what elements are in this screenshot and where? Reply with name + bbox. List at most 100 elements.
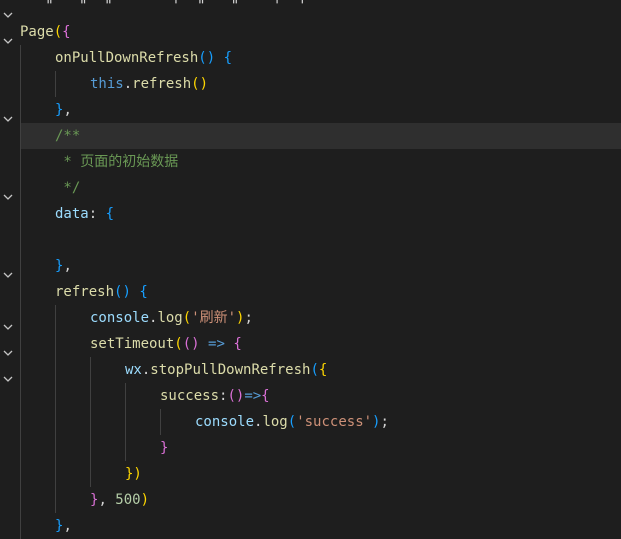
code-token: { [318, 362, 328, 378]
code-line[interactable]: } [20, 435, 621, 461]
code-token: { [261, 388, 270, 404]
code-token: success [160, 388, 220, 404]
indent-guide [55, 409, 56, 435]
indent-guide [55, 305, 56, 331]
fold-chevron-icon[interactable] [2, 9, 14, 21]
indent-guide [90, 357, 91, 383]
code-line[interactable]: */ [20, 175, 621, 201]
code-text: console.log('刷新'); [90, 305, 253, 331]
fold-chevron-icon[interactable] [2, 347, 14, 359]
code-token: { [105, 206, 115, 222]
code-token: /** [55, 128, 81, 144]
indent-guide [160, 409, 161, 435]
indent-guide [20, 331, 21, 357]
fold-gutter [0, 0, 18, 529]
code-token: . [123, 76, 133, 92]
indent-guide [20, 45, 21, 71]
code-editor[interactable]: " " " ' " " ' ' Page({onPullDownRefresh()… [20, 0, 621, 539]
code-line[interactable]: }, [20, 513, 621, 539]
indent-guide [20, 253, 21, 279]
code-token: ( [53, 24, 63, 40]
fold-chevron-icon[interactable] [2, 113, 14, 125]
code-token: wx [125, 362, 142, 378]
indent-guide [90, 461, 91, 487]
code-text: }, [55, 253, 72, 279]
code-line[interactable]: " " " ' " " ' ' [20, 0, 621, 19]
code-line[interactable]: console.log('success'); [20, 409, 621, 435]
code-line[interactable]: Page({ [20, 19, 621, 45]
code-token: , [63, 258, 72, 274]
code-token: " " " ' " " ' ' [20, 0, 307, 14]
code-text: }, [55, 513, 72, 539]
indent-guide [20, 227, 21, 253]
fold-chevron-icon[interactable] [2, 191, 14, 203]
code-text: setTimeout(() => { [90, 331, 242, 357]
code-token: setTimeout [90, 336, 175, 352]
code-line[interactable]: * 页面的初始数据 [20, 149, 621, 175]
code-token: () [114, 284, 140, 300]
code-token: log [262, 414, 288, 430]
code-line[interactable] [20, 227, 621, 253]
code-token: this [90, 76, 124, 92]
code-line[interactable]: this.refresh() [20, 71, 621, 97]
indent-guide [20, 279, 21, 305]
code-line[interactable]: /** [20, 123, 621, 149]
code-token: : [88, 206, 106, 222]
code-token: () [227, 388, 245, 404]
code-token: => [208, 336, 225, 352]
code-line[interactable]: onPullDownRefresh() { [20, 45, 621, 71]
code-token: => [244, 388, 262, 404]
code-token: { [223, 50, 233, 66]
code-token: console [90, 310, 150, 326]
code-text: }, [55, 97, 72, 123]
code-token: 500 [115, 492, 141, 508]
code-token: () [191, 76, 209, 92]
code-text: } [160, 435, 168, 461]
indent-guide [55, 383, 56, 409]
code-line[interactable]: }, 500) [20, 487, 621, 513]
code-line[interactable]: wx.stopPullDownRefresh({ [20, 357, 621, 383]
code-token: '刷新' [191, 310, 237, 326]
indent-guide [55, 487, 56, 513]
code-token: () [198, 50, 224, 66]
indent-guide [20, 435, 21, 461]
code-text: refresh() { [55, 279, 148, 305]
code-token: ( [182, 310, 192, 326]
code-line[interactable]: console.log('刷新'); [20, 305, 621, 331]
code-token: , [63, 518, 72, 534]
indent-guide [125, 409, 126, 435]
indent-guide [125, 383, 126, 409]
code-line[interactable]: setTimeout(() => { [20, 331, 621, 357]
indent-guide [20, 513, 21, 539]
code-token: ( [287, 414, 297, 430]
indent-guide [90, 383, 91, 409]
code-token: */ [55, 180, 81, 196]
code-token: { [224, 336, 242, 352]
code-text: onPullDownRefresh() { [55, 45, 232, 71]
code-text: */ [55, 175, 80, 201]
fold-chevron-icon[interactable] [2, 35, 14, 47]
fold-chevron-icon[interactable] [2, 373, 14, 385]
code-token: } [160, 440, 169, 456]
indent-guide [20, 461, 21, 487]
code-token: }) [125, 466, 142, 482]
code-line[interactable]: }, [20, 97, 621, 123]
code-line[interactable]: }) [20, 461, 621, 487]
indent-guide [125, 435, 126, 461]
code-token: 'success' [296, 414, 373, 430]
code-line[interactable]: data: { [20, 201, 621, 227]
code-token: stopPullDownRefresh [150, 362, 311, 378]
code-token: () [182, 336, 209, 352]
fold-chevron-icon[interactable] [2, 321, 14, 333]
code-text: /** [55, 123, 80, 149]
code-token: refresh [55, 284, 115, 300]
indent-guide [20, 201, 21, 227]
code-token: data [55, 206, 89, 222]
code-line[interactable]: refresh() { [20, 279, 621, 305]
indent-guide [20, 149, 21, 175]
code-line[interactable]: success:()=>{ [20, 383, 621, 409]
code-line[interactable]: }, [20, 253, 621, 279]
fold-chevron-icon[interactable] [2, 269, 14, 281]
indent-guide [20, 123, 21, 149]
code-text: * 页面的初始数据 [55, 149, 178, 175]
